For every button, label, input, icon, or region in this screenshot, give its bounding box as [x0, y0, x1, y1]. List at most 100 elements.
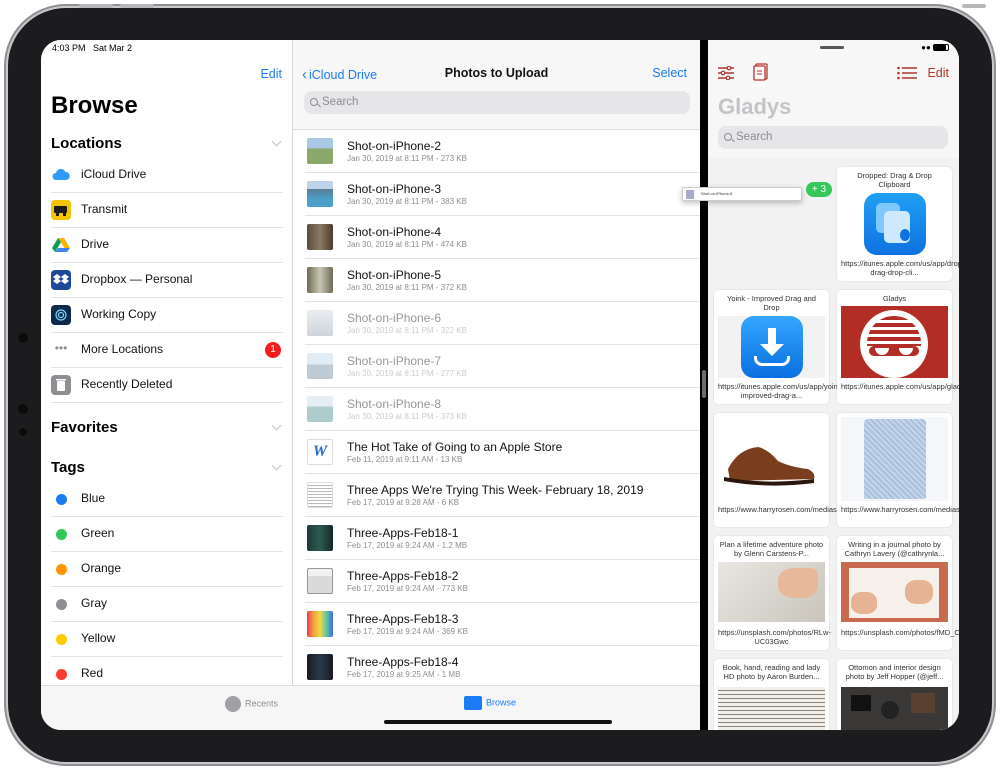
sidebar-item-icloud-drive[interactable]: iCloud Drive	[51, 158, 283, 193]
sidebar-tag-orange[interactable]: Orange	[51, 552, 283, 587]
search-icon	[310, 98, 318, 106]
icloud-icon	[51, 165, 71, 185]
search-input[interactable]: Search	[304, 91, 690, 114]
transmit-icon	[51, 200, 71, 220]
ipad-screen: 4:03 PM Sat Mar 2 Edit Browse Locations …	[41, 40, 959, 730]
sidebar-edit-button[interactable]: Edit	[260, 67, 282, 81]
gladys-item-card[interactable]: https://www.harryrosen.com/medias/sys_ma…	[837, 413, 959, 527]
favorites-heading[interactable]: Favorites	[51, 419, 118, 436]
file-row[interactable]: W The Hot Take of Going to an Apple Stor…	[305, 431, 700, 474]
sidebar-tag-green[interactable]: Green	[51, 517, 283, 552]
file-row[interactable]: Shot-on-iPhone-5 Jan 30, 2019 at 8:11 PM …	[305, 259, 700, 302]
select-button[interactable]: Select	[652, 66, 687, 80]
more-icon: •••	[54, 341, 68, 355]
gladys-item-card[interactable]: Plan a lifetime adventure photo by Glenn…	[714, 536, 831, 650]
gladys-item-card[interactable]: Book, hand, reading and lady HD photo by…	[714, 659, 829, 730]
camera-icon	[18, 333, 28, 343]
chevron-down-icon[interactable]	[271, 420, 282, 431]
gladys-item-card[interactable]: Gladys https://itunes.apple.com/us/app/g…	[837, 290, 959, 404]
journal-photo	[718, 562, 825, 622]
chevron-down-icon[interactable]	[271, 136, 282, 147]
folder-title: Photos to Upload	[444, 66, 549, 80]
file-row[interactable]: Shot-on-iPhone-4 Jan 30, 2019 at 8:11 PM …	[305, 216, 700, 259]
gladys-item-card[interactable]: Dropped: Drag & Drop Clipboard https://i…	[837, 167, 959, 281]
file-row[interactable]: Shot-on-iPhone-6 Jan 30, 2019 at 8:11 PM …	[305, 302, 700, 345]
sidebar-item-label: Orange	[81, 561, 122, 575]
status-time: 4:03 PM Sat Mar 2	[52, 43, 133, 53]
tag-dot-icon	[56, 669, 67, 680]
sidebar-tag-yellow[interactable]: Yellow	[51, 622, 283, 657]
gladys-title: Gladys	[718, 94, 792, 119]
list-view-icon[interactable]	[897, 66, 917, 80]
sidebar-item-recently-deleted[interactable]: Recently Deleted	[51, 368, 283, 403]
text-document-icon	[307, 482, 333, 508]
file-row[interactable]: Shot-on-iPhone-3 Jan 30, 2019 at 8:11 PM …	[305, 173, 700, 216]
drag-preview: Shot-on-iPhone-8	[682, 187, 802, 201]
file-row[interactable]: Shot-on-iPhone-7 Jan 30, 2019 at 8:11 PM …	[305, 345, 700, 388]
file-row[interactable]: Three-Apps-Feb18-3 Feb 17, 2019 at 9:24 A…	[305, 603, 700, 646]
sidebar-item-label: Green	[81, 526, 115, 540]
file-row[interactable]: Three-Apps-Feb18-4 Feb 17, 2019 at 9:25 A…	[305, 646, 700, 689]
split-view-handle[interactable]	[702, 370, 706, 398]
sidebar-item-dropbox[interactable]: Dropbox — Personal	[51, 263, 283, 298]
sidebar-item-label: Yellow	[81, 631, 116, 645]
power-button	[962, 4, 986, 8]
gladys-search-input[interactable]: Search	[718, 126, 948, 149]
volume-button	[120, 4, 154, 8]
shoe-image	[718, 419, 825, 499]
tag-dot-icon	[56, 564, 67, 575]
photo-thumbnail	[307, 224, 333, 250]
settings-sliders-icon[interactable]	[718, 65, 734, 81]
sidebar-item-working-copy[interactable]: Working Copy	[51, 298, 283, 333]
folder-icon	[464, 696, 482, 710]
gladys-edit-button[interactable]: Edit	[927, 66, 949, 80]
status-icons: ●●	[921, 43, 949, 52]
tag-dot-icon	[56, 599, 67, 610]
sidebar-item-label: Dropbox — Personal	[81, 272, 193, 286]
gladys-item-card[interactable]: Writing in a journal photo by Cathryn La…	[837, 536, 959, 650]
sidebar-tag-gray[interactable]: Gray	[51, 587, 283, 622]
sidebar-item-label: Working Copy	[81, 307, 157, 321]
file-row[interactable]: Three Apps We're Trying This Week- Febru…	[305, 474, 700, 517]
search-icon	[724, 133, 732, 141]
gear-photo	[841, 687, 948, 730]
sidebar-item-label: Gray	[81, 596, 108, 610]
slideover-grabber[interactable]	[820, 46, 844, 49]
gladys-header: ●● Edit Gladys Search	[708, 40, 959, 158]
file-row[interactable]: Three-Apps-Feb18-2 Feb 17, 2019 at 9:24 A…	[305, 560, 700, 603]
gladys-item-card[interactable]: Yoink - Improved Drag and Drop https://i…	[714, 290, 844, 404]
screenshot-thumbnail	[307, 611, 333, 637]
tab-browse[interactable]: Browse	[464, 696, 516, 710]
file-row[interactable]: Shot-on-iPhone-2 Jan 30, 2019 at 8:11 PM …	[305, 130, 700, 173]
paste-document-icon[interactable]	[753, 63, 769, 81]
sidebar-tag-blue[interactable]: Blue	[51, 482, 283, 517]
tag-dot-icon	[56, 529, 67, 540]
screenshot-thumbnail	[307, 525, 333, 551]
journal-photo	[841, 562, 948, 622]
page-title: Browse	[51, 92, 138, 119]
file-row[interactable]: Shot-on-iPhone-8 Jan 30, 2019 at 8:11 PM …	[305, 388, 700, 431]
gladys-item-card[interactable]: Ottomon and interior design photo by Jef…	[837, 659, 952, 730]
app-icon	[718, 316, 825, 378]
screenshot-thumbnail	[307, 568, 333, 594]
google-drive-icon	[51, 235, 71, 255]
locations-heading[interactable]: Locations	[51, 135, 122, 152]
file-row[interactable]: Three-Apps-Feb18-1 Feb 17, 2019 at 9:24 A…	[305, 517, 700, 560]
volume-button	[79, 4, 113, 8]
tab-recents[interactable]: Recents	[225, 696, 278, 712]
app-icon	[841, 306, 948, 378]
chevron-down-icon[interactable]	[271, 460, 282, 471]
photo-thumbnail	[307, 267, 333, 293]
word-document-icon: W	[307, 439, 333, 465]
sidebar-item-label: More Locations	[81, 342, 164, 356]
gladys-item-card[interactable]: https://www.harryrosen.com/medias/sys_ma…	[714, 413, 909, 527]
sidebar-item-drive[interactable]: Drive	[51, 228, 283, 263]
working-copy-icon	[51, 305, 71, 325]
sidebar-item-label: Drive	[81, 237, 110, 251]
sidebar-item-more-locations[interactable]: ••• More Locations 1	[51, 333, 283, 368]
sidebar-item-transmit[interactable]: Transmit	[51, 193, 283, 228]
tags-heading[interactable]: Tags	[51, 459, 85, 476]
file-icon	[686, 190, 694, 199]
tag-dot-icon	[56, 494, 67, 505]
notification-badge: 1	[265, 342, 281, 358]
